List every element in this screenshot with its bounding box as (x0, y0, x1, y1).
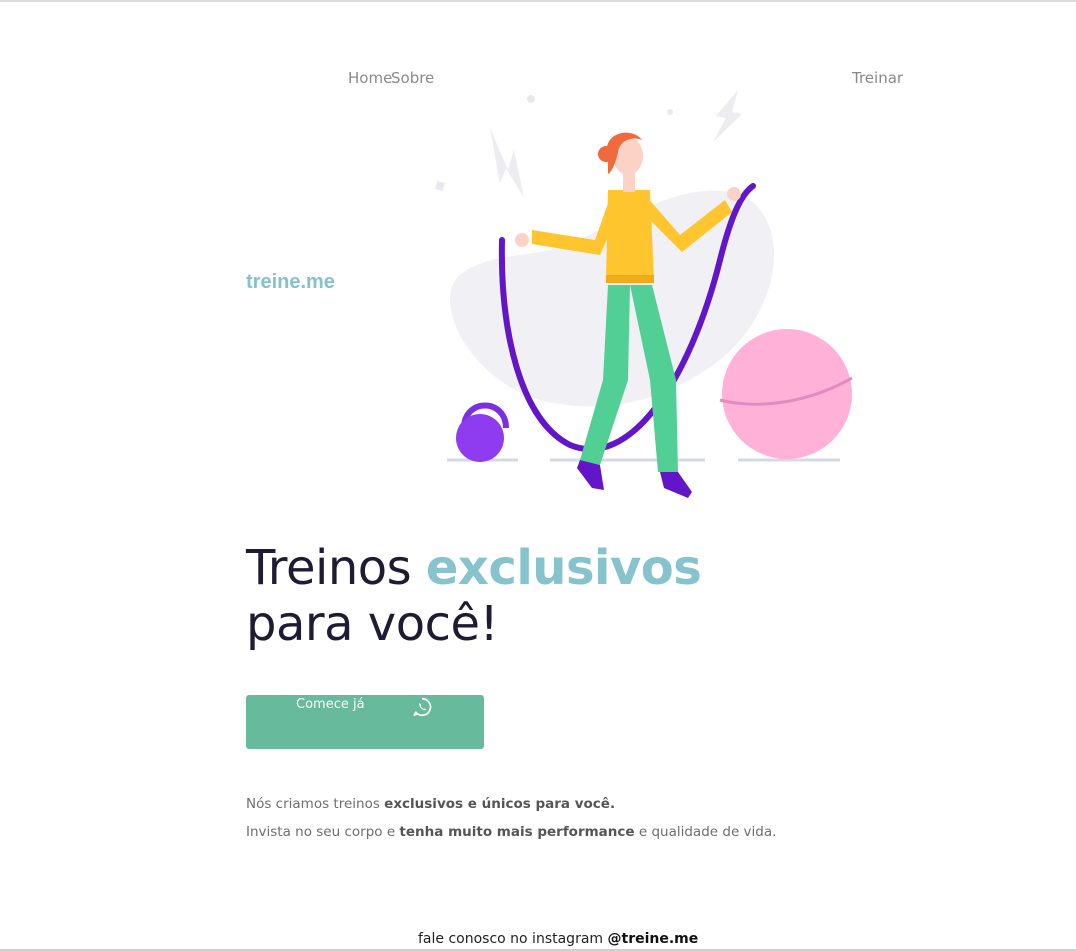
person-shoe (660, 472, 692, 498)
person-neck (623, 172, 635, 192)
footer-text: fale conosco no instagram (418, 931, 608, 947)
description-line-2: Invista no seu corpo e tenha muito mais … (246, 824, 776, 840)
whatsapp-icon (413, 697, 432, 717)
headline-accent: exclusivos (425, 540, 702, 596)
lightning-bolt (490, 128, 524, 198)
person-waistband (606, 275, 654, 283)
headline-text: Treinos (246, 540, 426, 596)
description-text: Nós criamos treinos (246, 796, 385, 812)
person-hand (727, 187, 741, 201)
exercise-ball-icon (722, 329, 852, 459)
person-ponytail (598, 146, 614, 162)
kettlebell-icon (456, 414, 504, 462)
start-now-label: Comece já (296, 697, 365, 712)
decor-square (435, 181, 445, 191)
footer-contact: fale conosco no instagram @treine.me (418, 931, 698, 947)
instagram-handle-link[interactable]: @treine.me (608, 931, 699, 947)
hero-headline: Treinos exclusivos para você! (246, 540, 702, 652)
top-divider (0, 0, 1076, 2)
description-bold: exclusivos e únicos para você. (384, 796, 616, 812)
person-hand (515, 233, 529, 247)
headline-text-line2: para você! (246, 596, 499, 652)
description-text: e qualidade de vida. (634, 824, 777, 840)
decor-dot (527, 95, 535, 103)
lightning-bolt (713, 90, 742, 142)
jump-rope-illustration (435, 90, 853, 498)
decor-dot (667, 109, 673, 115)
brand-logo[interactable]: treine.me (246, 271, 335, 294)
description-text: Invista no seu corpo e (246, 824, 400, 840)
description-bold: tenha muito mais performance (399, 824, 635, 840)
description-line-1: Nós criamos treinos exclusivos e únicos … (246, 796, 615, 812)
nav-home-link[interactable]: Home (348, 69, 392, 87)
start-now-button[interactable]: Comece já (246, 695, 484, 749)
